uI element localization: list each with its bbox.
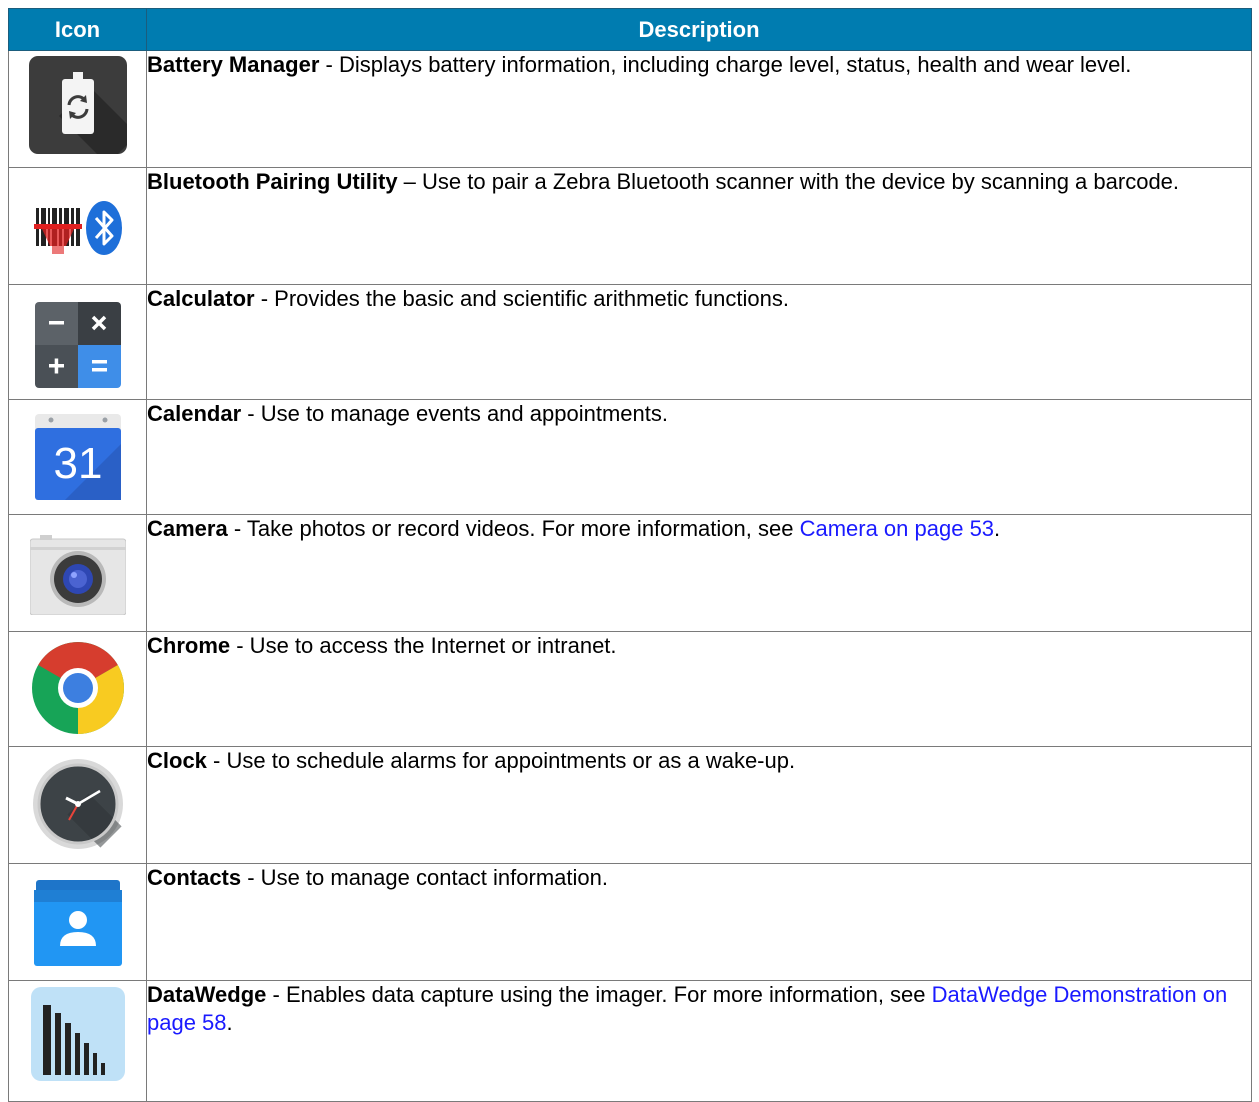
app-description: – Use to pair a Zebra Bluetooth scanner … <box>397 169 1180 194</box>
clock-icon <box>32 759 123 849</box>
table-row: Battery Manager - Displays battery infor… <box>8 50 1252 168</box>
chrome-icon <box>31 642 124 734</box>
icon-cell: 31 <box>8 399 147 515</box>
description-cell: Calendar - Use to manage events and appo… <box>146 399 1252 515</box>
table-header-row: Icon Description <box>8 8 1252 51</box>
app-description: - Use to manage contact information. <box>241 865 608 890</box>
description-cell: DataWedge - Enables data capture using t… <box>146 980 1252 1102</box>
app-description: - Use to manage events and appointments. <box>241 401 668 426</box>
link-suffix: . <box>994 516 1001 541</box>
app-description: - Use to schedule alarms for appointment… <box>206 748 796 773</box>
contacts-icon <box>33 880 122 966</box>
app-name: Clock <box>147 748 207 773</box>
calendar-date: 31 <box>53 439 102 488</box>
description-column-header: Description <box>146 8 1252 51</box>
app-name: Contacts <box>147 865 242 890</box>
app-description: - Enables data capture using the imager.… <box>266 982 932 1007</box>
icon-cell <box>8 863 147 981</box>
apps-table: Icon Description Battery Manager - Displ… <box>8 8 1252 1102</box>
link-suffix: . <box>226 1010 233 1035</box>
table-row: Bluetooth Pairing Utility – Use to pair … <box>8 167 1252 285</box>
app-description: - Displays battery information, includin… <box>319 52 1132 77</box>
icon-cell <box>8 514 147 632</box>
app-name: Chrome <box>147 633 231 658</box>
battery-manager-icon <box>28 56 127 154</box>
description-cell: Clock - Use to schedule alarms for appoi… <box>146 746 1252 864</box>
description-cell: Contacts - Use to manage contact informa… <box>146 863 1252 981</box>
camera-page-link[interactable]: Camera on page 53 <box>800 516 994 541</box>
app-name: Camera <box>147 516 228 541</box>
datawedge-icon <box>30 987 125 1081</box>
table-row: Chrome - Use to access the Internet or i… <box>8 631 1252 747</box>
app-description: - Use to access the Internet or intranet… <box>230 633 617 658</box>
calendar-icon: 31 <box>34 414 121 500</box>
app-name: Calendar <box>147 401 242 426</box>
description-cell: Chrome - Use to access the Internet or i… <box>146 631 1252 747</box>
table-row: Camera - Take photos or record videos. F… <box>8 514 1252 632</box>
table-row: Clock - Use to schedule alarms for appoi… <box>8 746 1252 864</box>
table-row: DataWedge - Enables data capture using t… <box>8 980 1252 1102</box>
app-description: - Provides the basic and scientific arit… <box>254 286 789 311</box>
app-name: DataWedge <box>147 982 267 1007</box>
icon-cell <box>8 284 147 400</box>
description-cell: Bluetooth Pairing Utility – Use to pair … <box>146 167 1252 285</box>
bluetooth-pairing-icon <box>33 201 122 255</box>
icon-column-header: Icon <box>8 8 147 51</box>
table-row: Contacts - Use to manage contact informa… <box>8 863 1252 981</box>
description-cell: Camera - Take photos or record videos. F… <box>146 514 1252 632</box>
app-name: Battery Manager <box>147 52 320 77</box>
icon-cell <box>8 167 147 285</box>
icon-cell <box>8 50 147 168</box>
calculator-icon <box>34 302 121 388</box>
table-row: Calculator - Provides the basic and scie… <box>8 284 1252 400</box>
app-description: - Take photos or record videos. For more… <box>227 516 800 541</box>
description-cell: Calculator - Provides the basic and scie… <box>146 284 1252 400</box>
camera-icon <box>29 535 126 615</box>
description-cell: Battery Manager - Displays battery infor… <box>146 50 1252 168</box>
table-row: 31 Calendar - Use to manage events and a… <box>8 399 1252 515</box>
app-name: Bluetooth Pairing Utility <box>147 169 398 194</box>
icon-cell <box>8 631 147 747</box>
app-name: Calculator <box>147 286 255 311</box>
icon-cell <box>8 746 147 864</box>
icon-cell <box>8 980 147 1102</box>
